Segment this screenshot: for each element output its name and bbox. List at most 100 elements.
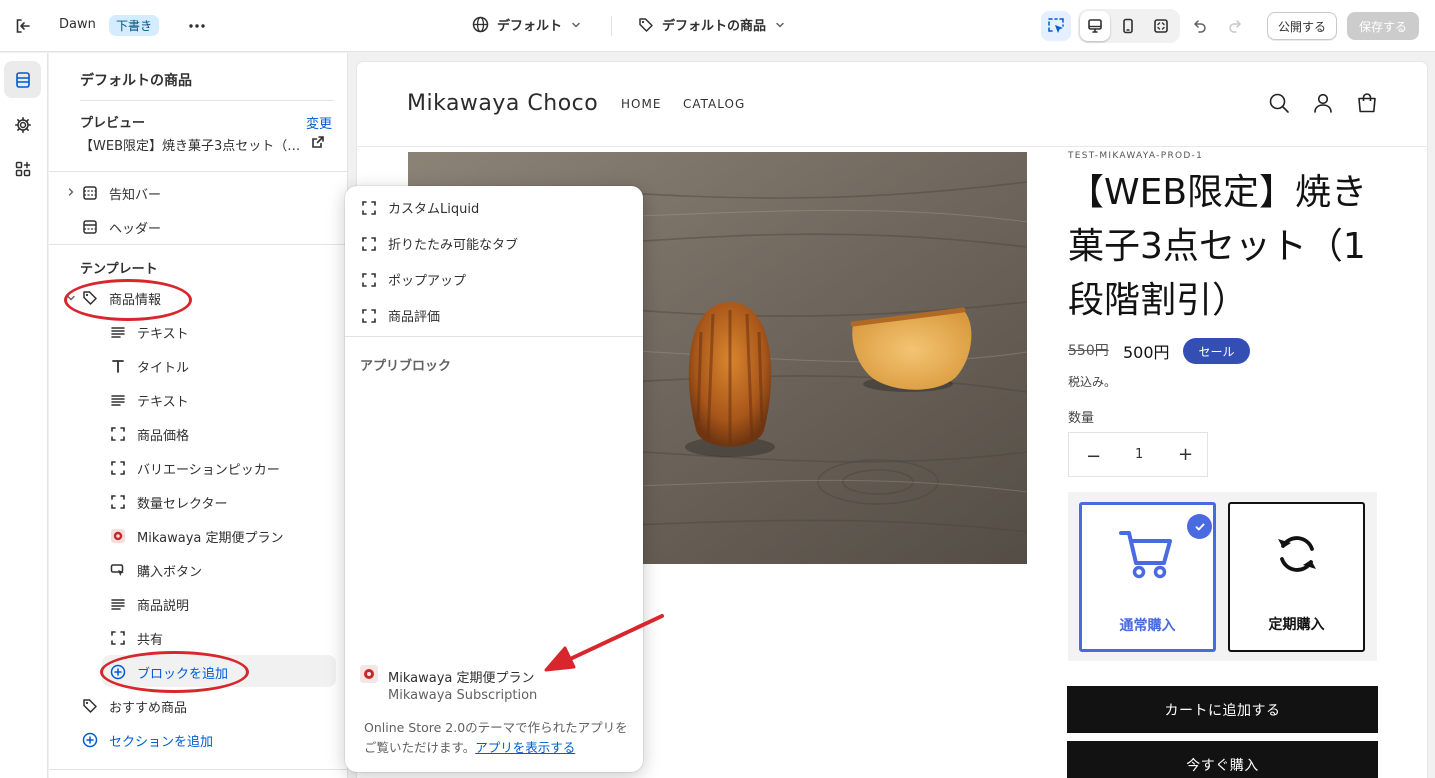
- search-icon[interactable]: [1268, 92, 1290, 114]
- subscription-purchase-option[interactable]: 定期購入: [1228, 502, 1365, 652]
- cursor-click-icon: [109, 562, 126, 579]
- dashed-block-icon: [361, 200, 377, 216]
- popover-item-collapsible-tab[interactable]: 折りたたみ可能なタブ: [361, 234, 518, 253]
- buy-now-button[interactable]: 今すぐ購入: [1067, 741, 1378, 778]
- app-block-name[interactable]: Mikawaya 定期便プラン: [388, 667, 535, 686]
- preview-label: プレビュー: [80, 116, 146, 131]
- mobile-view-button[interactable]: [1113, 11, 1143, 41]
- section-announcement-bar[interactable]: 告知バー: [81, 183, 161, 203]
- shopping-cart-icon: [1119, 527, 1173, 581]
- dashed-block-icon: [361, 236, 377, 252]
- one-time-purchase-option[interactable]: 通常購入: [1079, 502, 1216, 652]
- product-selector[interactable]: デフォルトの商品: [638, 15, 786, 34]
- popover-divider: [345, 336, 643, 337]
- sale-price: 500円: [1123, 343, 1170, 362]
- store-logo-text[interactable]: Mikawaya Choco: [407, 91, 598, 116]
- divider: [49, 769, 348, 770]
- block-label: Mikawaya 定期便プラン: [137, 530, 284, 546]
- selected-check-icon: [1187, 514, 1212, 539]
- block-description[interactable]: 商品説明: [109, 594, 189, 614]
- section-recommended-products[interactable]: おすすめ商品: [81, 696, 187, 716]
- more-icon: [189, 24, 205, 28]
- exit-editor-button[interactable]: [12, 15, 34, 37]
- dashed-block-icon: [109, 630, 126, 647]
- quantity-value[interactable]: 1: [1135, 447, 1143, 462]
- block-text[interactable]: テキスト: [109, 390, 189, 410]
- add-section-button[interactable]: セクションを追加: [81, 730, 213, 750]
- mikawaya-app-icon[interactable]: [360, 665, 378, 683]
- expand-chevron-icon[interactable]: [66, 187, 76, 197]
- save-button[interactable]: 保存する: [1347, 12, 1419, 40]
- cart-bag-icon[interactable]: [1356, 92, 1378, 114]
- block-title[interactable]: タイトル: [109, 356, 189, 376]
- editor-topbar: Dawn 下書き デフォルト デフォルトの商品 公開する 保存する: [0, 0, 1435, 52]
- gear-icon: [14, 116, 31, 133]
- text-lines-icon: [109, 392, 126, 409]
- divider: [80, 100, 333, 101]
- template-selector[interactable]: デフォルト: [472, 15, 582, 34]
- more-actions-button[interactable]: [186, 15, 208, 37]
- block-subscription-plan[interactable]: Mikawaya 定期便プラン: [109, 526, 284, 546]
- redo-button[interactable]: [1220, 11, 1250, 41]
- product-sku: TEST-MIKAWAYA-PROD-1: [1068, 151, 1204, 161]
- block-label: 商品価格: [137, 428, 190, 444]
- account-icon[interactable]: [1312, 92, 1334, 114]
- block-quantity-selector[interactable]: 数量セレクター: [109, 492, 227, 512]
- block-label: テキスト: [137, 394, 189, 410]
- block-label: テキスト: [137, 326, 189, 342]
- view-apps-link[interactable]: アプリを表示する: [475, 740, 575, 755]
- dashed-block-icon: [109, 460, 126, 477]
- text-lines-icon: [109, 324, 126, 341]
- undo-button[interactable]: [1185, 11, 1215, 41]
- exit-icon: [16, 19, 30, 33]
- redo-icon: [1229, 20, 1241, 33]
- block-share[interactable]: 共有: [109, 628, 163, 648]
- block-label: バリエーションピッカー: [137, 462, 280, 478]
- sections-nav-button[interactable]: [4, 61, 41, 98]
- tag-icon: [81, 698, 98, 715]
- subscription-options: 通常購入 定期購入: [1068, 492, 1377, 661]
- section-header[interactable]: ヘッダー: [81, 217, 161, 237]
- block-label: タイトル: [137, 360, 190, 376]
- plus-circle-icon: [81, 732, 98, 749]
- popover-item-label: 商品評価: [388, 310, 441, 325]
- sections-icon: [15, 71, 30, 88]
- block-price[interactable]: 商品価格: [109, 424, 189, 444]
- block-variant-picker[interactable]: バリエーションピッカー: [109, 458, 280, 478]
- fullscreen-view-button[interactable]: [1146, 11, 1176, 41]
- annotation-ellipse-product-info: [64, 279, 192, 321]
- theme-name: Dawn: [59, 17, 96, 32]
- annotation-ellipse-add-block: [100, 651, 249, 693]
- add-to-cart-button[interactable]: カートに追加する: [1067, 686, 1378, 733]
- theme-settings-nav-button[interactable]: [4, 106, 41, 143]
- section-label: 告知バー: [109, 187, 162, 203]
- editor-nav-rail: [0, 53, 48, 778]
- mobile-icon: [1123, 18, 1133, 34]
- quantity-decrease-button[interactable]: −: [1086, 446, 1101, 467]
- nav-catalog-link[interactable]: CATALOG: [683, 97, 745, 111]
- refresh-cycle-icon: [1274, 531, 1320, 577]
- preview-product-name: 【WEB限定】焼き菓子3点セット（1段階割引）: [80, 139, 302, 154]
- change-preview-link[interactable]: 変更: [306, 113, 332, 132]
- quantity-increase-button[interactable]: +: [1178, 444, 1193, 465]
- block-text[interactable]: テキスト: [109, 322, 189, 342]
- inspector-toggle-button[interactable]: [1041, 11, 1071, 41]
- popover-item-custom-liquid[interactable]: カスタムLiquid: [361, 198, 479, 217]
- popover-item-label: ポップアップ: [388, 274, 467, 289]
- popover-item-product-rating[interactable]: 商品評価: [361, 306, 440, 325]
- apps-icon: [15, 161, 30, 176]
- desktop-view-button[interactable]: [1080, 11, 1110, 41]
- open-external-icon[interactable]: [311, 135, 325, 149]
- popover-item-popup[interactable]: ポップアップ: [361, 270, 466, 289]
- divider: [49, 171, 348, 172]
- sale-badge: セール: [1183, 338, 1250, 364]
- mikawaya-app-icon: [109, 528, 126, 545]
- block-buy-buttons[interactable]: 購入ボタン: [109, 560, 202, 580]
- tax-note: 税込み。: [1068, 375, 1117, 389]
- template-heading: テンプレート: [80, 262, 158, 277]
- publish-button[interactable]: 公開する: [1267, 12, 1337, 40]
- globe-icon: [472, 16, 489, 33]
- nav-home-link[interactable]: HOME: [621, 97, 661, 111]
- apps-nav-button[interactable]: [4, 150, 41, 187]
- title-icon: [109, 358, 126, 375]
